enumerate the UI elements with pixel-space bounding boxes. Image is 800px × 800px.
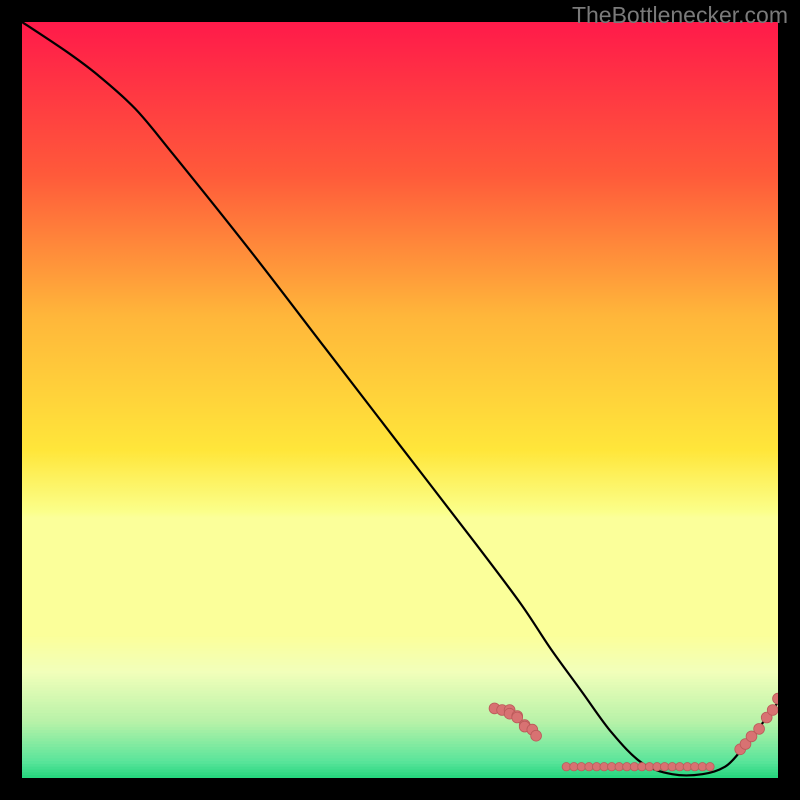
gradient-background-top xyxy=(22,22,778,634)
data-point xyxy=(531,730,542,741)
data-point xyxy=(585,763,593,771)
data-point xyxy=(676,763,684,771)
data-point xyxy=(767,705,778,716)
data-point xyxy=(562,763,570,771)
data-point xyxy=(691,763,699,771)
data-point xyxy=(698,763,706,771)
gradient-stripe xyxy=(22,775,778,778)
data-point xyxy=(623,763,631,771)
data-point xyxy=(600,763,608,771)
data-point xyxy=(660,763,668,771)
gradient-plot xyxy=(22,22,778,778)
data-point xyxy=(638,763,646,771)
data-point xyxy=(706,763,714,771)
data-point xyxy=(653,763,661,771)
data-point xyxy=(615,763,623,771)
gradient-background-bottom xyxy=(22,634,778,778)
plot-area xyxy=(22,22,778,778)
data-point xyxy=(577,763,585,771)
chart-frame: TheBottlenecker.com xyxy=(0,0,800,800)
data-point xyxy=(754,724,765,735)
watermark-text: TheBottlenecker.com xyxy=(572,2,788,29)
